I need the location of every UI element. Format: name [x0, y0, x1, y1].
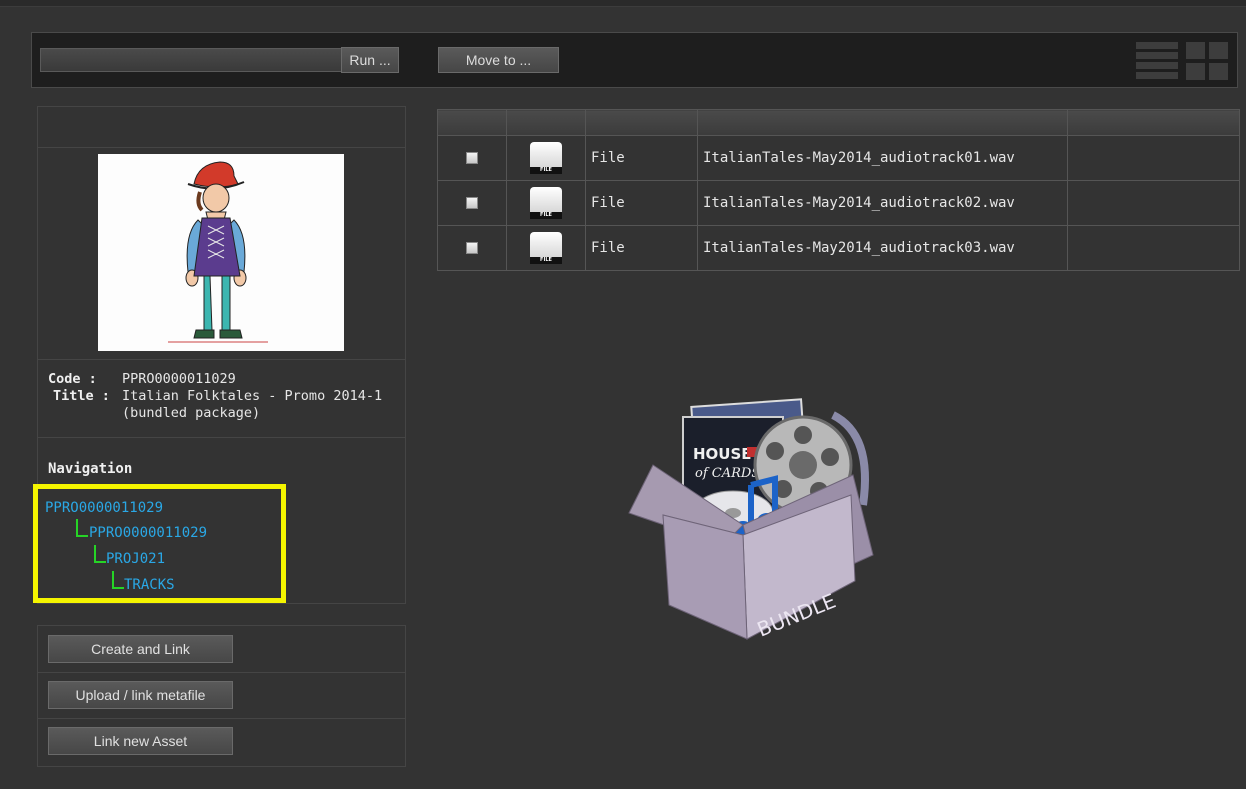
- row-checkbox[interactable]: [466, 197, 478, 209]
- tree-connector: [94, 545, 106, 563]
- title-key: Title :: [53, 388, 110, 404]
- title-value-continued: (bundled package): [122, 405, 261, 421]
- action-select[interactable]: ▼: [40, 48, 362, 72]
- bundle-box-icon: HOUSE of CARDS BUNDLE: [623, 395, 881, 643]
- action-row: Create and Link: [38, 626, 405, 673]
- tree-connector: [112, 571, 124, 589]
- asset-metadata: Code : PPRO0000011029 Title : Italian Fo…: [38, 360, 405, 438]
- column-header-name[interactable]: [697, 109, 1068, 136]
- table-row[interactable]: FILE File ItalianTales-May2014_audiotrac…: [437, 225, 1240, 271]
- action-row: Link new Asset: [38, 718, 405, 764]
- code-key: Code :: [48, 371, 97, 387]
- asset-thumbnail[interactable]: [98, 154, 344, 351]
- folktale-character-illustration: [168, 161, 268, 343]
- code-value: PPRO0000011029: [122, 371, 236, 387]
- action-row: Upload / link metafile: [38, 672, 405, 719]
- table-row[interactable]: FILE File ItalianTales-May2014_audiotrac…: [437, 135, 1240, 181]
- file-table: FILE File ItalianTales-May2014_audiotrac…: [437, 109, 1240, 271]
- row-type: File: [585, 135, 698, 181]
- title-value: Italian Folktales - Promo 2014-1: [122, 388, 383, 404]
- row-icon-cell: FILE: [506, 225, 586, 271]
- row-select-cell: [437, 180, 507, 226]
- row-extra: [1067, 135, 1240, 181]
- row-extra: [1067, 225, 1240, 271]
- list-view-icon[interactable]: [1136, 42, 1178, 80]
- row-extra: [1067, 180, 1240, 226]
- row-filename[interactable]: ItalianTales-May2014_audiotrack01.wav: [697, 135, 1068, 181]
- column-header-icon[interactable]: [506, 109, 586, 136]
- row-filename[interactable]: ItalianTales-May2014_audiotrack02.wav: [697, 180, 1068, 226]
- row-icon-cell: FILE: [506, 135, 586, 181]
- asset-info-panel: Code : PPRO0000011029 Title : Italian Fo…: [33, 106, 406, 604]
- file-icon[interactable]: FILE: [529, 232, 563, 264]
- actions-panel: Create and Link Upload / link metafile L…: [37, 625, 406, 767]
- window-top-edge: [0, 0, 1246, 7]
- nav-item-level1[interactable]: PPRO0000011029: [89, 525, 207, 541]
- row-icon-cell: FILE: [506, 180, 586, 226]
- row-select-cell: [437, 225, 507, 271]
- table-row[interactable]: FILE File ItalianTales-May2014_audiotrac…: [437, 180, 1240, 226]
- row-checkbox[interactable]: [466, 152, 478, 164]
- row-type: File: [585, 180, 698, 226]
- file-icon[interactable]: FILE: [529, 187, 563, 219]
- navigation-heading: Navigation: [48, 461, 133, 477]
- link-new-asset-button[interactable]: Link new Asset: [48, 727, 233, 755]
- run-button[interactable]: Run ...: [341, 47, 399, 73]
- column-header-type[interactable]: [585, 109, 698, 136]
- row-select-cell: [437, 135, 507, 181]
- row-checkbox[interactable]: [466, 242, 478, 254]
- poster-subtitle: of CARDS: [695, 466, 760, 481]
- tree-connector: [76, 519, 88, 537]
- nav-item-level2[interactable]: PROJ021: [106, 551, 165, 567]
- thumbnail-area: [38, 148, 405, 360]
- asset-panel-header: [38, 107, 405, 148]
- row-type: File: [585, 225, 698, 271]
- poster-title: HOUSE: [693, 445, 752, 463]
- create-and-link-button[interactable]: Create and Link: [48, 635, 233, 663]
- move-to-button[interactable]: Move to ...: [438, 47, 559, 73]
- file-icon[interactable]: FILE: [529, 142, 563, 174]
- nav-item-level3[interactable]: TRACKS: [124, 577, 175, 593]
- nav-item-root[interactable]: PPRO0000011029: [45, 500, 163, 516]
- column-header-select[interactable]: [437, 109, 507, 136]
- grid-view-icon[interactable]: [1186, 42, 1228, 80]
- upload-link-metafile-button[interactable]: Upload / link metafile: [48, 681, 233, 709]
- toolbar: ▼ Run ... Move to ...: [31, 32, 1238, 88]
- column-header-extra[interactable]: [1067, 109, 1240, 136]
- row-filename[interactable]: ItalianTales-May2014_audiotrack03.wav: [697, 225, 1068, 271]
- navigation-highlight-box: PPRO0000011029 PPRO0000011029 PROJ021 TR…: [33, 484, 286, 603]
- table-header-row: [437, 109, 1240, 136]
